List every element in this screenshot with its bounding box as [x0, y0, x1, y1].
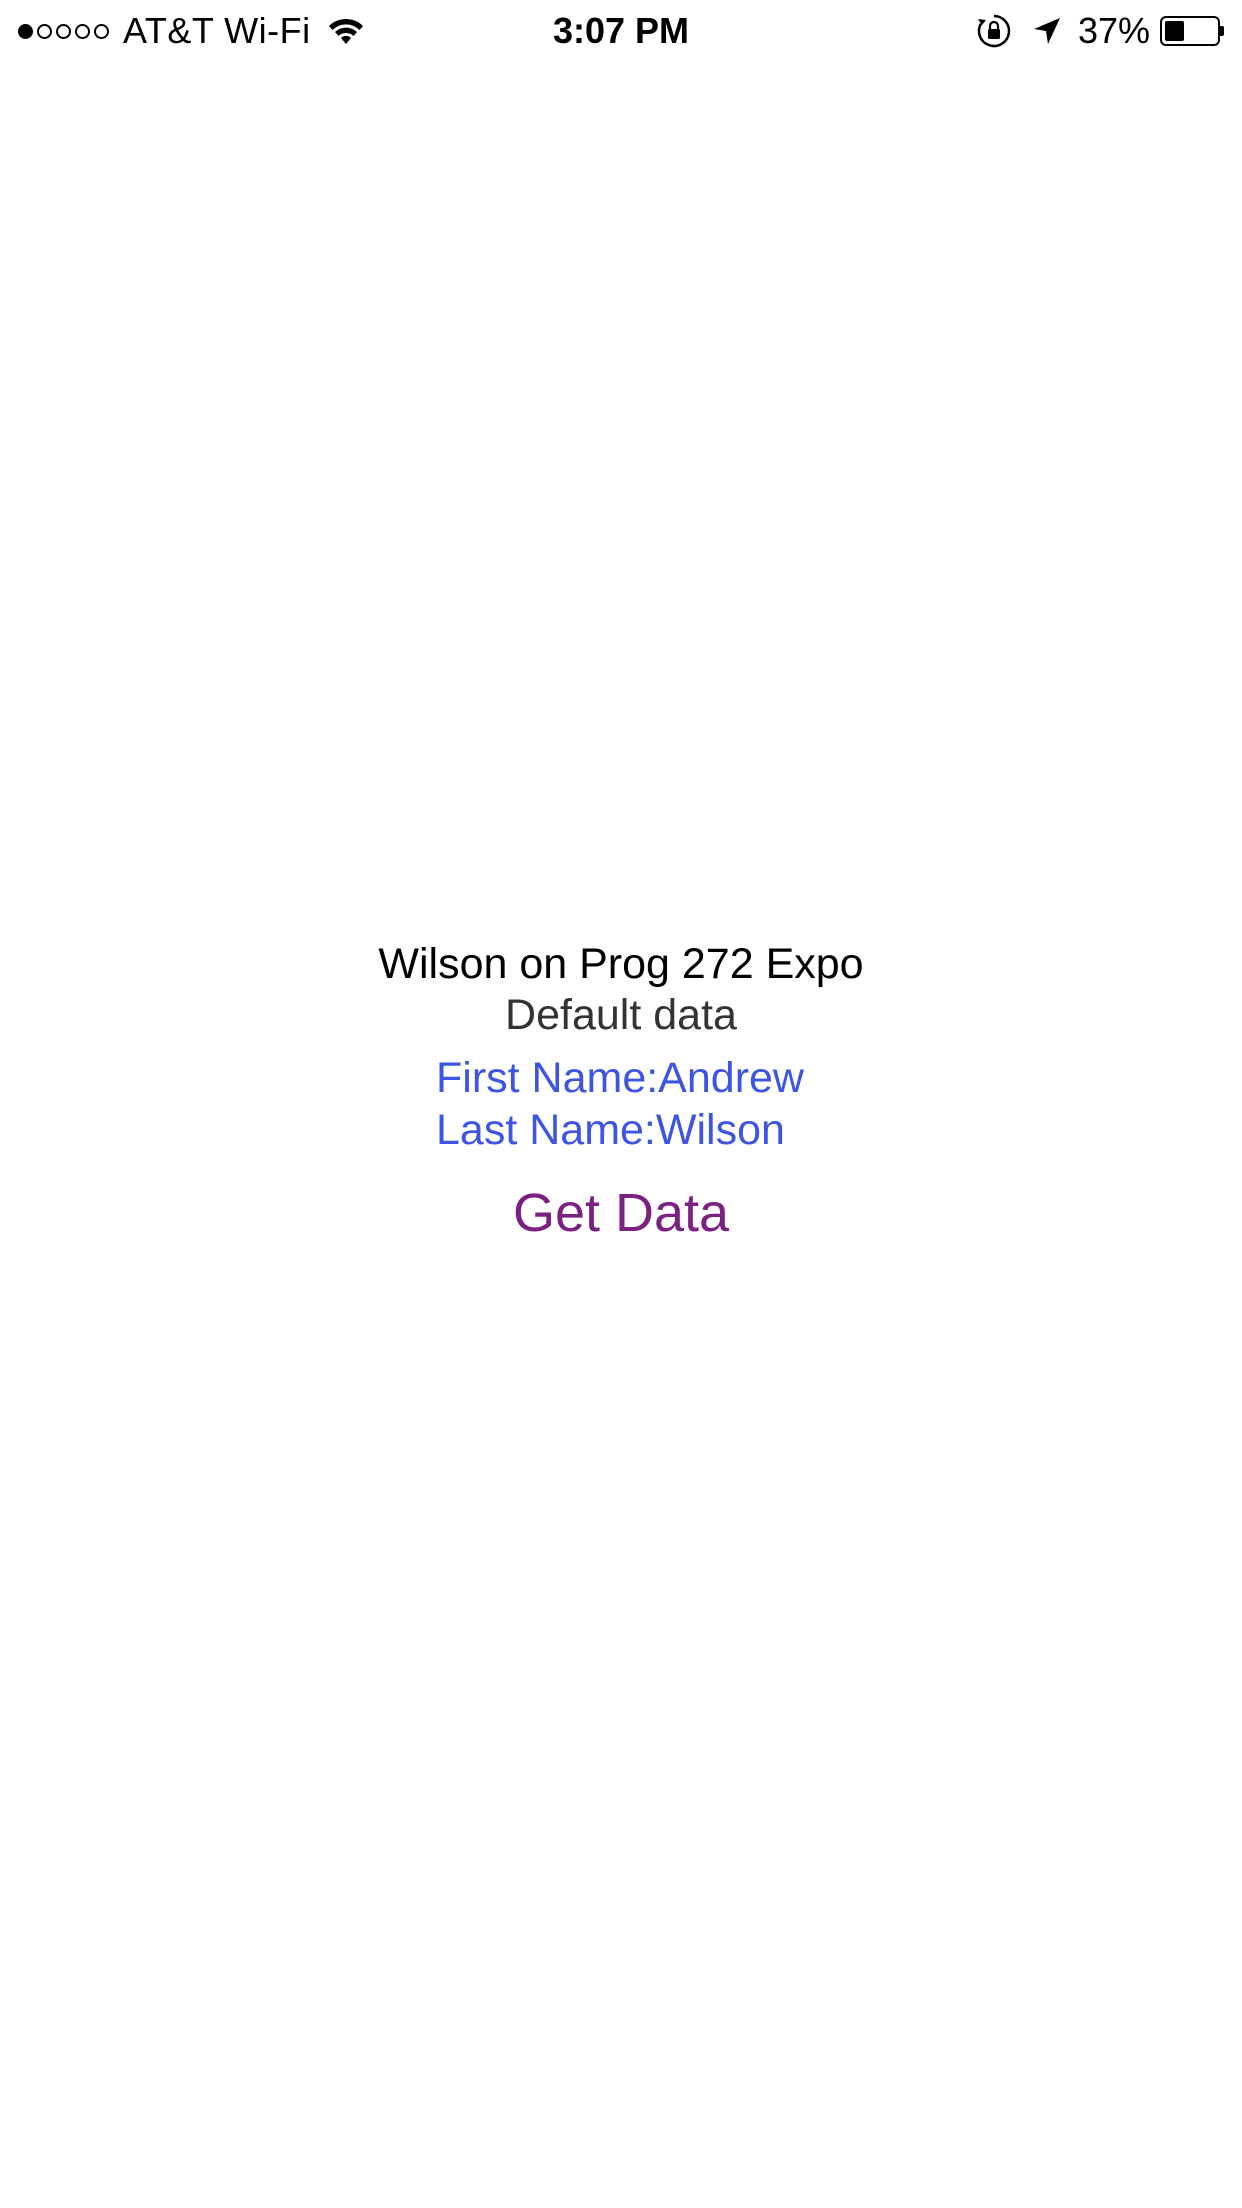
status-bar: AT&T Wi-Fi 3:07 PM 37% — [0, 0, 1242, 62]
page-title: Wilson on Prog 272 Expo — [378, 940, 864, 988]
get-data-button[interactable]: Get Data — [0, 1178, 1242, 1248]
person-info: First Name:Andrew Last Name:Wilson — [436, 1052, 804, 1156]
battery-percentage: 37% — [1077, 10, 1150, 51]
battery-fill — [1165, 21, 1184, 41]
app-screen: AT&T Wi-Fi 3:07 PM 37% Wilson on Prog 27… — [0, 0, 1242, 2208]
battery-body — [1160, 16, 1220, 46]
last-name-label: Last Name:Wilson — [436, 1106, 785, 1154]
location-arrow-icon — [1033, 18, 1060, 44]
status-right: 37% — [976, 8, 1224, 54]
rotation-lock-icon — [977, 14, 1011, 48]
battery-tip — [1220, 26, 1224, 36]
first-name-label: First Name:Andrew — [436, 1054, 804, 1102]
page-subtitle: Default data — [505, 991, 737, 1039]
battery-icon — [1160, 16, 1224, 46]
